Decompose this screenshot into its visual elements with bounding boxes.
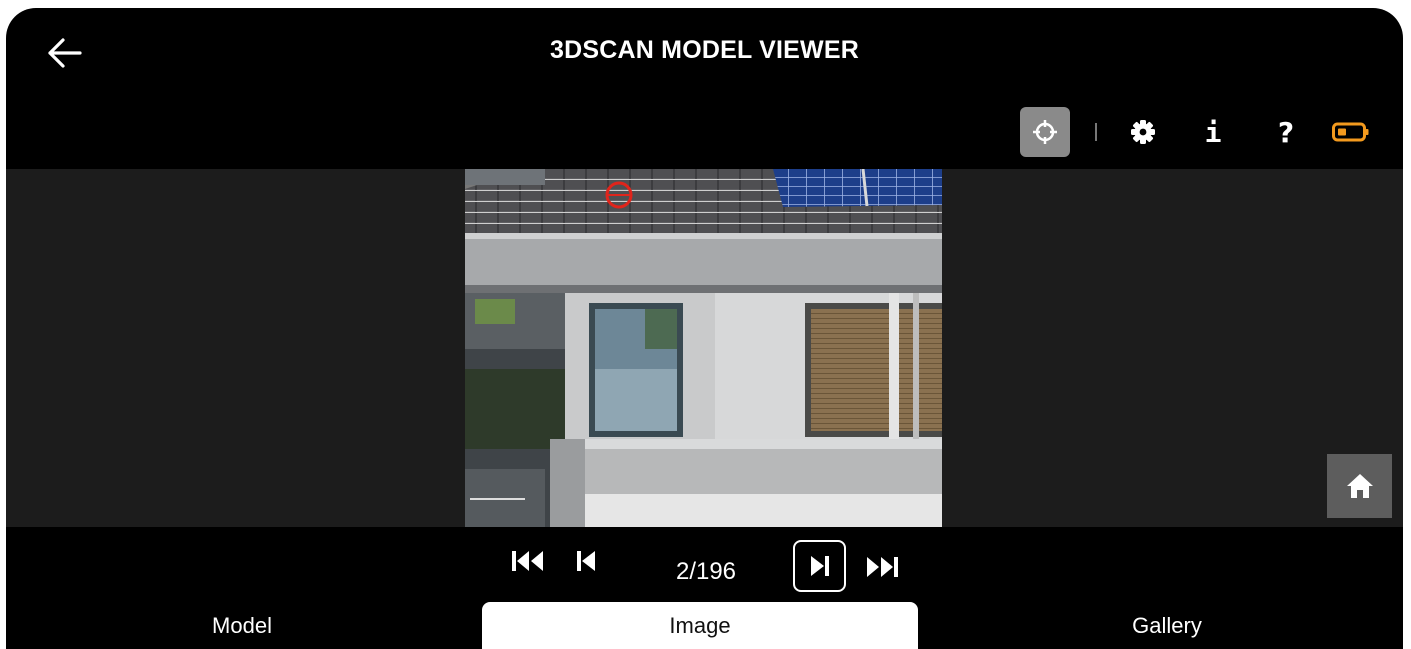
crosshair-icon [1033, 120, 1057, 144]
toolbar-divider [1095, 123, 1097, 141]
first-image-button[interactable] [508, 543, 548, 579]
tab-gallery-label: Gallery [1132, 612, 1202, 638]
step-forward-icon [810, 556, 829, 576]
image-counter: 2/196 [675, 558, 737, 585]
page-title: 3DSCAN MODEL VIEWER [550, 36, 859, 64]
scan-image[interactable] [465, 169, 942, 527]
view-tabs: Model Image Gallery [6, 602, 1403, 649]
settings-button[interactable] [1123, 107, 1163, 157]
last-image-button[interactable] [862, 549, 902, 585]
help-button[interactable]: ? [1268, 107, 1304, 157]
tab-model[interactable]: Model [6, 602, 478, 649]
info-button[interactable]: i [1195, 107, 1231, 157]
image-navigation: 2/196 [6, 527, 1403, 600]
home-icon [1346, 474, 1373, 498]
header: 3DSCAN MODEL VIEWER [6, 8, 1403, 98]
tab-model-label: Model [212, 612, 272, 638]
app-window: 3DSCAN MODEL VIEWER i ? 2/196 Model Imag… [6, 8, 1403, 649]
building-photo [465, 169, 942, 527]
target-mode-button[interactable] [1020, 107, 1070, 157]
next-image-button[interactable] [793, 540, 846, 592]
home-button[interactable] [1327, 454, 1392, 518]
step-back-icon [577, 551, 595, 571]
previous-image-button[interactable] [569, 543, 603, 579]
skip-to-end-icon [867, 557, 898, 577]
toolbar: i ? [1003, 107, 1403, 157]
tab-gallery[interactable]: Gallery [931, 602, 1403, 649]
tab-image-label: Image [669, 612, 731, 638]
gear-icon [1131, 120, 1155, 144]
help-icon: ? [1277, 115, 1295, 149]
battery-status [1329, 107, 1373, 157]
image-viewer[interactable] [6, 169, 1403, 527]
battery-icon [1332, 122, 1369, 142]
info-icon: i [1204, 115, 1222, 149]
tab-image[interactable]: Image [482, 602, 918, 649]
skip-to-start-icon [512, 551, 543, 571]
